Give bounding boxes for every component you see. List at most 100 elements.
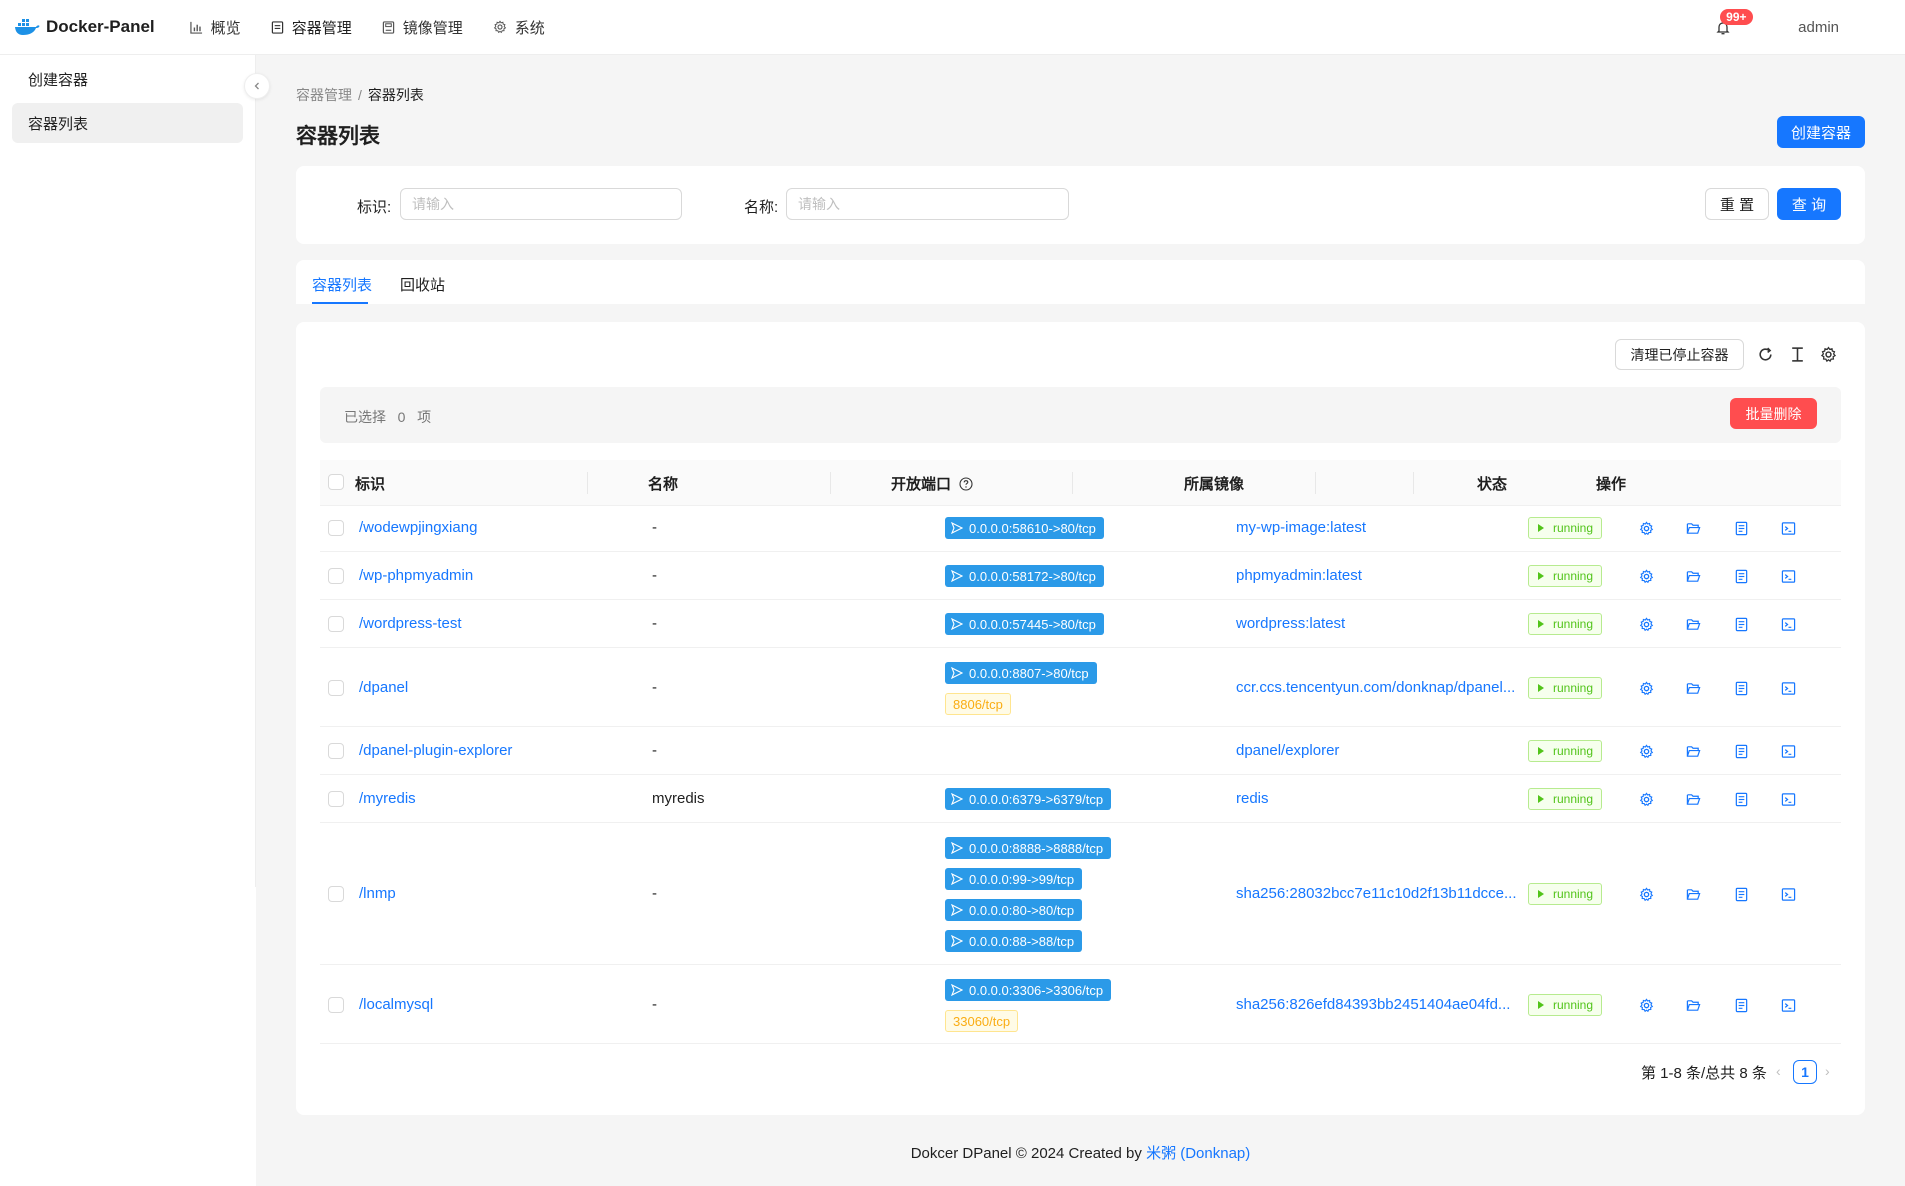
user-menu[interactable]: admin	[1798, 19, 1839, 36]
sidebar-item-create-container[interactable]: 创建容器	[12, 59, 243, 99]
container-id-link[interactable]: /localmysql	[359, 996, 433, 1013]
port-mapping-tag[interactable]: 0.0.0.0:6379->6379/tcp	[945, 788, 1112, 810]
nav-item-system[interactable]: 系统	[478, 0, 560, 55]
row-checkbox[interactable]	[328, 680, 344, 696]
logs-action-button[interactable]	[1733, 520, 1749, 536]
page-number-button[interactable]: 1	[1793, 1060, 1817, 1084]
settings-action-button[interactable]	[1638, 997, 1654, 1013]
tab-container-list[interactable]: 容器列表	[312, 274, 372, 295]
port-mapping-tag[interactable]: 0.0.0.0:3306->3306/tcp	[945, 979, 1112, 1001]
logs-action-button[interactable]	[1733, 791, 1749, 807]
container-id-link[interactable]: /wp-phpmyadmin	[359, 567, 473, 584]
clean-stopped-button[interactable]: 清理已停止容器	[1615, 339, 1744, 370]
container-id-link[interactable]: /lnmp	[359, 885, 396, 902]
terminal-action-button[interactable]	[1780, 886, 1796, 902]
row-checkbox[interactable]	[328, 886, 344, 902]
tab-recycle-bin[interactable]: 回收站	[400, 274, 445, 295]
brand[interactable]: Docker-Panel	[14, 17, 155, 37]
terminal-action-button[interactable]	[1780, 791, 1796, 807]
logs-action-button[interactable]	[1733, 680, 1749, 696]
column-settings-button[interactable]	[1817, 343, 1839, 365]
logs-action-button[interactable]	[1733, 568, 1749, 584]
settings-action-button[interactable]	[1638, 791, 1654, 807]
image-link[interactable]: sha256:826efd84393bb2451404ae04fd...	[1236, 996, 1510, 1013]
reset-button[interactable]: 重 置	[1705, 188, 1769, 220]
row-checkbox[interactable]	[328, 743, 344, 759]
row-checkbox[interactable]	[328, 791, 344, 807]
files-action-button[interactable]	[1685, 568, 1701, 584]
port-mapping-tag[interactable]: 0.0.0.0:99->99/tcp	[945, 868, 1083, 890]
create-container-button[interactable]: 创建容器	[1777, 116, 1865, 148]
container-id-link[interactable]: /dpanel-plugin-explorer	[359, 742, 512, 759]
density-button[interactable]	[1786, 343, 1808, 365]
image-link[interactable]: wordpress:latest	[1236, 615, 1345, 632]
query-button[interactable]: 查 询	[1777, 188, 1841, 220]
terminal-action-button[interactable]	[1780, 520, 1796, 536]
image-link[interactable]: my-wp-image:latest	[1236, 519, 1366, 536]
image-link[interactable]: sha256:28032bcc7e11c10d2f13b11dcce...	[1236, 885, 1517, 902]
column-header-status[interactable]: 状态	[1477, 473, 1507, 494]
image-link[interactable]: redis	[1236, 790, 1269, 807]
terminal-action-button[interactable]	[1780, 616, 1796, 632]
nav-item-images[interactable]: 镜像管理	[367, 0, 478, 55]
container-id-link[interactable]: /myredis	[359, 790, 416, 807]
batch-delete-button[interactable]: 批量删除	[1730, 398, 1817, 429]
column-header-id[interactable]: 标识	[355, 473, 385, 494]
nav-item-overview[interactable]: 概览	[175, 0, 256, 55]
settings-action-button[interactable]	[1638, 886, 1654, 902]
terminal-action-button[interactable]	[1780, 743, 1796, 759]
id-search-input[interactable]	[400, 188, 682, 220]
row-checkbox[interactable]	[328, 520, 344, 536]
settings-action-button[interactable]	[1638, 568, 1654, 584]
settings-action-button[interactable]	[1638, 520, 1654, 536]
port-mapping-tag[interactable]: 0.0.0.0:57445->80/tcp	[945, 613, 1104, 635]
settings-action-button[interactable]	[1638, 743, 1654, 759]
breadcrumb-parent[interactable]: 容器管理	[296, 87, 352, 103]
author-link[interactable]: 米粥 (Donknap)	[1146, 1145, 1250, 1162]
container-id-link[interactable]: /dpanel	[359, 679, 408, 696]
port-mapping-tag[interactable]: 0.0.0.0:80->80/tcp	[945, 899, 1083, 921]
port-mapping-tag[interactable]: 0.0.0.0:8807->80/tcp	[945, 662, 1097, 684]
logs-action-button[interactable]	[1733, 997, 1749, 1013]
column-header-ports[interactable]: 开放端口	[891, 473, 973, 494]
terminal-action-button[interactable]	[1780, 568, 1796, 584]
files-action-button[interactable]	[1685, 886, 1701, 902]
sidebar-collapse-button[interactable]	[244, 73, 270, 99]
question-circle-icon[interactable]	[959, 476, 973, 491]
row-checkbox[interactable]	[328, 997, 344, 1013]
container-id-link[interactable]: /wodewpjingxiang	[359, 519, 477, 536]
column-header-image[interactable]: 所属镜像	[1184, 473, 1244, 494]
refresh-button[interactable]	[1754, 343, 1776, 365]
port-mapping-tag[interactable]: 0.0.0.0:8888->8888/tcp	[945, 837, 1112, 859]
logs-action-button[interactable]	[1733, 616, 1749, 632]
files-action-button[interactable]	[1685, 616, 1701, 632]
prev-page-button[interactable]: ‹	[1776, 1063, 1781, 1079]
terminal-action-button[interactable]	[1780, 997, 1796, 1013]
files-action-button[interactable]	[1685, 680, 1701, 696]
column-header-name[interactable]: 名称	[648, 473, 678, 494]
terminal-action-button[interactable]	[1780, 680, 1796, 696]
port-mapping-tag[interactable]: 0.0.0.0:88->88/tcp	[945, 930, 1083, 952]
logs-action-button[interactable]	[1733, 743, 1749, 759]
files-action-button[interactable]	[1685, 520, 1701, 536]
container-id-link[interactable]: /wordpress-test	[359, 615, 462, 632]
select-all-checkbox[interactable]	[328, 474, 344, 490]
files-action-button[interactable]	[1685, 791, 1701, 807]
files-action-button[interactable]	[1685, 997, 1701, 1013]
image-link[interactable]: phpmyadmin:latest	[1236, 567, 1362, 584]
image-link[interactable]: ccr.ccs.tencentyun.com/donknap/dpanel...	[1236, 679, 1515, 696]
image-link[interactable]: dpanel/explorer	[1236, 742, 1339, 759]
row-checkbox[interactable]	[328, 616, 344, 632]
next-page-button[interactable]: ›	[1825, 1063, 1830, 1079]
name-search-input[interactable]	[786, 188, 1069, 220]
nav-item-containers[interactable]: 容器管理	[256, 0, 367, 55]
port-mapping-tag[interactable]: 0.0.0.0:58610->80/tcp	[945, 517, 1104, 539]
settings-action-button[interactable]	[1638, 680, 1654, 696]
port-mapping-tag[interactable]: 0.0.0.0:58172->80/tcp	[945, 565, 1104, 587]
sidebar-item-container-list[interactable]: 容器列表	[12, 103, 243, 143]
settings-action-button[interactable]	[1638, 616, 1654, 632]
files-action-button[interactable]	[1685, 743, 1701, 759]
row-checkbox[interactable]	[328, 568, 344, 584]
logs-action-button[interactable]	[1733, 886, 1749, 902]
notification-button[interactable]: 99+	[1708, 8, 1753, 43]
